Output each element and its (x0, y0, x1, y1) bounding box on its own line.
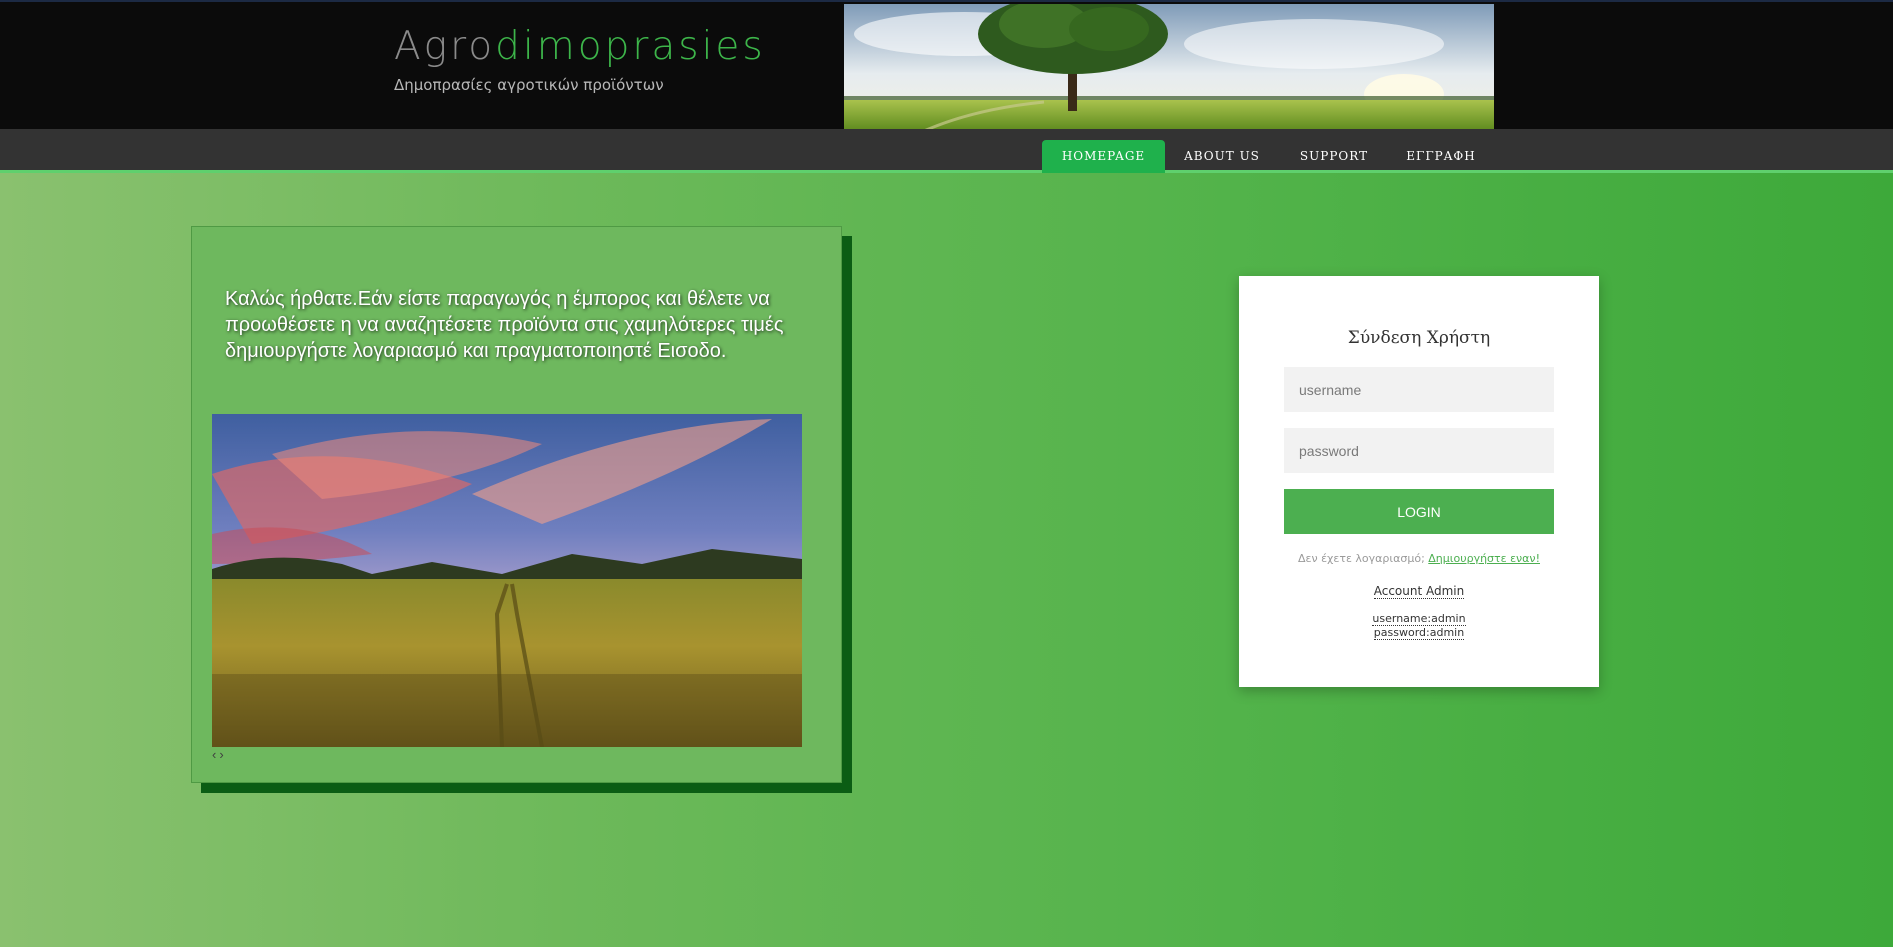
slider-next-button[interactable]: › (219, 747, 223, 762)
password-input[interactable] (1284, 428, 1554, 473)
login-title: Σύνδεση Χρήστη (1347, 328, 1491, 348)
slider-prev-button[interactable]: ‹ (212, 747, 216, 762)
username-input[interactable] (1284, 367, 1554, 412)
no-account-text: Δεν έχετε λογαριασμό; (1297, 552, 1425, 565)
nav-homepage[interactable]: HOMEPAGE (1042, 140, 1165, 173)
site-header: Agrodimoprasies Δημοπρασίες αγροτικών πρ… (0, 0, 1893, 131)
main-navbar: HOMEPAGE ABOUT US SUPPORT ΕΓΓΡΑΦΗ (0, 129, 1893, 173)
account-admin-link[interactable]: Account Admin (1373, 584, 1465, 599)
admin-password-hint: password:admin (1239, 626, 1599, 640)
login-button[interactable]: LOGIN (1284, 489, 1554, 534)
admin-username-text[interactable]: username:admin (1372, 612, 1466, 626)
site-logo[interactable]: Agrodimoprasies (394, 24, 766, 69)
account-admin: Account Admin (1239, 584, 1599, 599)
register-prompt: Δεν έχετε λογαριασμό; Δημιουργήστε εναν! (1239, 552, 1599, 565)
slider-image (212, 414, 802, 747)
admin-password-text[interactable]: password:admin (1373, 626, 1465, 640)
login-card: Σύνδεση Χρήστη LOGIN Δεν έχετε λογαριασμ… (1239, 276, 1599, 687)
tree-field-illustration (844, 4, 1494, 131)
header-banner-image (844, 4, 1494, 131)
logo-part-agro: Agro (394, 24, 496, 69)
nav-register[interactable]: ΕΓΓΡΑΦΗ (1390, 140, 1492, 173)
slider-controls: ‹ › (212, 747, 227, 762)
admin-username-hint: username:admin (1239, 612, 1599, 626)
nav-about-us[interactable]: ABOUT US (1166, 140, 1278, 173)
welcome-panel: Καλώς ήρθατε.Εάν είστε παραγωγός η έμπορ… (191, 226, 842, 783)
site-tagline: Δημοπρασίες αγροτικών προϊόντων (394, 76, 664, 94)
wheat-field-sunset-illustration (212, 414, 802, 747)
nav-support[interactable]: SUPPORT (1286, 140, 1382, 173)
create-account-link[interactable]: Δημιουργήστε εναν! (1428, 552, 1540, 565)
welcome-text: Καλώς ήρθατε.Εάν είστε παραγωγός η έμπορ… (225, 288, 784, 362)
logo-part-dimoprasies: dimoprasies (495, 24, 766, 69)
